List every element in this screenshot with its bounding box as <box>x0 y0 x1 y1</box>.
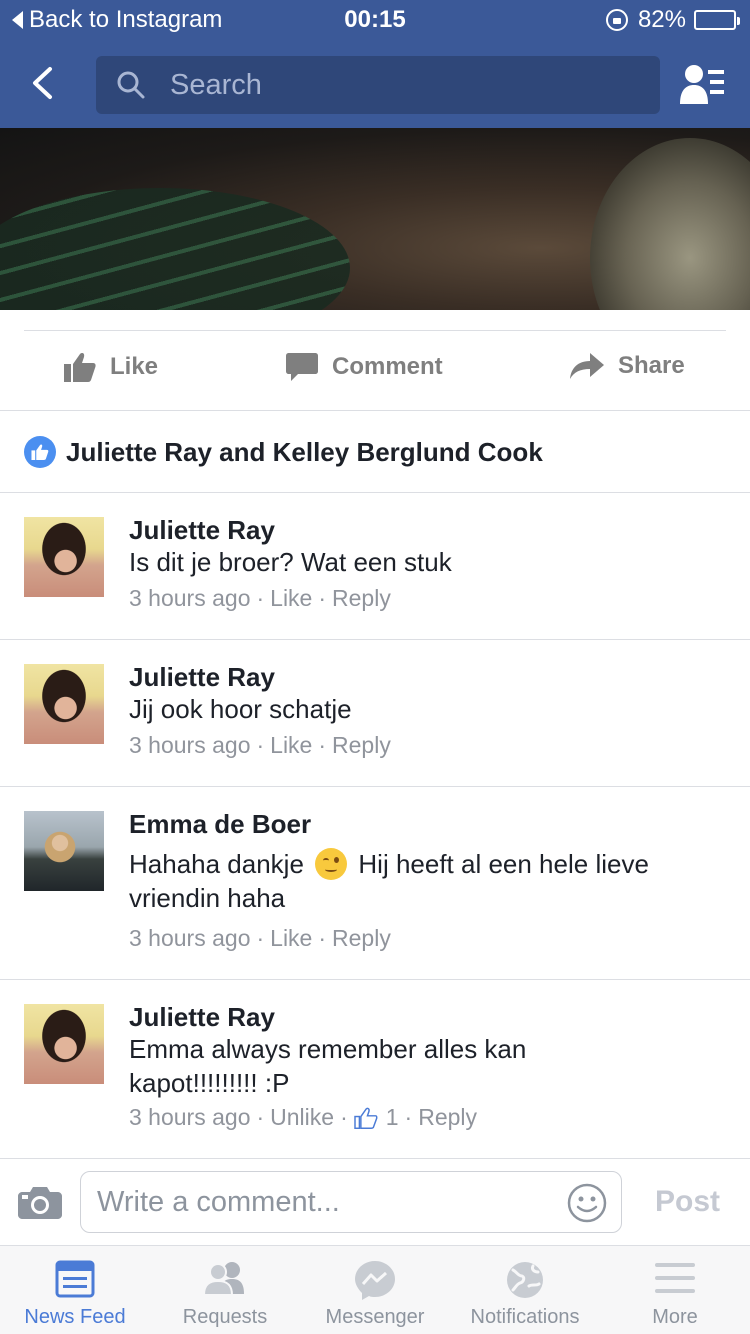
like-label: Like <box>110 353 159 380</box>
comment-text: Hahaha dankje Hij heeft al een hele liev… <box>129 847 720 915</box>
comment-text: Is dit je broer? Wat een stuk <box>129 547 452 577</box>
rotation-lock-icon <box>605 9 628 31</box>
comment-placeholder: Write a comment... <box>97 1186 340 1218</box>
search-icon <box>117 71 145 99</box>
comment-reply-link[interactable]: Reply <box>332 925 391 952</box>
search-input[interactable]: Search <box>96 56 660 114</box>
tab-label: News Feed <box>24 1306 126 1328</box>
avatar[interactable] <box>24 811 104 891</box>
tab-messenger[interactable]: Messenger <box>300 1246 450 1334</box>
comment-time: 3 hours ago <box>129 925 251 951</box>
comment-time: 3 hours ago <box>129 732 251 758</box>
share-button[interactable]: Share <box>570 352 685 380</box>
camera-icon[interactable] <box>18 1185 62 1219</box>
comment-bubble-icon <box>286 353 318 381</box>
avatar[interactable] <box>24 517 104 597</box>
tab-label: More <box>652 1306 698 1328</box>
tab-bar: News Feed Requests Messenger Notificatio… <box>0 1246 750 1334</box>
tab-requests[interactable]: Requests <box>150 1246 300 1334</box>
status-bar: Back to Instagram 00:15 82% <box>0 0 750 40</box>
comment-reply-link[interactable]: Reply <box>418 1104 477 1131</box>
back-chevron-icon[interactable] <box>28 66 62 100</box>
winking-face-icon <box>315 848 348 880</box>
share-label: Share <box>618 352 685 379</box>
commenter-name[interactable]: Emma de Boer <box>129 809 311 840</box>
avatar[interactable] <box>24 1004 104 1084</box>
friend-requests-icon <box>202 1262 244 1296</box>
comment-time: 3 hours ago <box>129 1104 251 1130</box>
emoji-picker-icon[interactable] <box>567 1183 607 1223</box>
comment-like-link[interactable]: Like <box>270 925 312 952</box>
post-button[interactable]: Post <box>655 1185 720 1219</box>
tab-label: Messenger <box>325 1306 425 1328</box>
tab-label: Notifications <box>470 1306 580 1328</box>
battery-percent: 82% <box>637 6 686 33</box>
comment: Juliette Ray Emma always remember alles … <box>0 980 750 1158</box>
like-button[interactable]: Like <box>64 352 158 382</box>
share-arrow-icon <box>570 353 604 379</box>
like-badge-icon <box>24 436 56 468</box>
commenter-name[interactable]: Juliette Ray <box>129 662 275 693</box>
comment-button[interactable]: Comment <box>286 352 443 382</box>
comment-reply-link[interactable]: Reply <box>332 585 391 612</box>
comment-input[interactable]: Write a comment... <box>80 1171 622 1233</box>
post-photo[interactable] <box>0 128 750 310</box>
comment-text-part: Hahaha dankje <box>129 849 304 879</box>
messenger-icon <box>355 1261 395 1300</box>
globe-icon <box>507 1262 543 1298</box>
photo-detail <box>590 138 750 310</box>
navigation-bar: Search <box>0 40 750 128</box>
avatar[interactable] <box>24 664 104 744</box>
comment-text: Jij ook hoor schatje <box>129 694 352 724</box>
friends-list-icon[interactable] <box>678 62 728 106</box>
comment: Juliette Ray Is dit je broer? Wat een st… <box>0 493 750 639</box>
comment-like-link[interactable]: Like <box>270 585 312 612</box>
comment-reply-link[interactable]: Reply <box>332 732 391 759</box>
post-actions: Like Comment Share <box>0 332 750 410</box>
battery-icon <box>694 10 740 30</box>
like-count-icon <box>354 1107 378 1129</box>
divider <box>24 330 726 331</box>
divider <box>0 410 750 411</box>
likes-summary[interactable]: Juliette Ray and Kelley Berglund Cook <box>24 436 543 468</box>
tab-label: Requests <box>182 1306 268 1328</box>
menu-icon <box>655 1263 695 1293</box>
comment-text: Emma always remember alles kan kapot!!!!… <box>129 1034 527 1098</box>
like-count[interactable]: 1 <box>386 1104 399 1131</box>
thumbs-up-icon <box>64 353 96 382</box>
commenter-name[interactable]: Juliette Ray <box>129 1002 275 1033</box>
comment-like-link[interactable]: Like <box>270 732 312 759</box>
tab-notifications[interactable]: Notifications <box>450 1246 600 1334</box>
comment-composer: Write a comment... Post <box>0 1158 750 1246</box>
commenter-name[interactable]: Juliette Ray <box>129 515 275 546</box>
news-feed-icon <box>55 1260 95 1298</box>
comment-time: 3 hours ago <box>129 585 251 611</box>
comment-unlike-link[interactable]: Unlike <box>270 1104 334 1131</box>
search-placeholder: Search <box>170 68 262 101</box>
comment: Juliette Ray Jij ook hoor schatje 3 hour… <box>0 640 750 786</box>
comment: Emma de Boer Hahaha dankje Hij heeft al … <box>0 787 750 979</box>
likes-summary-text: Juliette Ray and Kelley Berglund Cook <box>66 436 543 467</box>
photo-detail <box>0 188 350 310</box>
tab-more[interactable]: More <box>600 1246 750 1334</box>
comment-label: Comment <box>332 353 443 380</box>
tab-news-feed[interactable]: News Feed <box>0 1246 150 1334</box>
